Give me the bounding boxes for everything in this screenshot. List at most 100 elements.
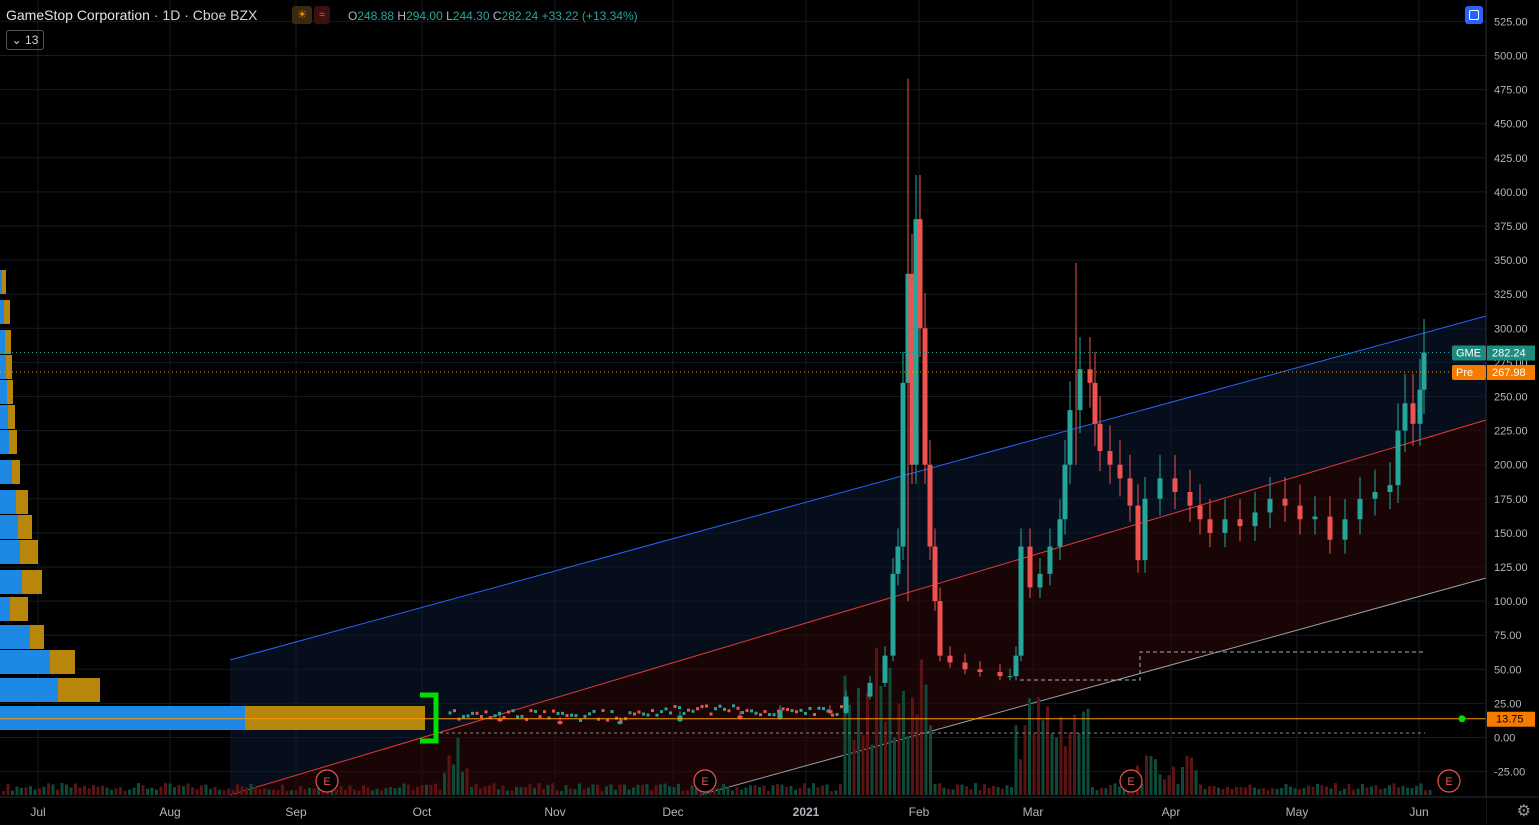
volume-bar	[1190, 757, 1193, 795]
volume-bar	[470, 787, 473, 795]
ohlc-values: O248.88 H294.00 L244.30 C282.24 +33.22 (…	[348, 9, 638, 23]
candle-body	[498, 711, 501, 715]
volume-bar	[164, 783, 167, 795]
volume-bar	[632, 787, 635, 795]
volume-bar	[1419, 783, 1423, 795]
candle-body	[633, 712, 636, 716]
candle-body	[932, 546, 938, 602]
earnings-marker-label: E	[323, 776, 330, 788]
price-chart[interactable]: E E E E 525.00 500.00 475.00 450.00 425.00 400.00…	[0, 0, 1539, 825]
volume-bar	[1086, 708, 1090, 795]
candle-body	[1342, 519, 1348, 540]
volume-bar	[195, 789, 199, 795]
volume-bar	[942, 787, 946, 795]
candle-body	[588, 712, 591, 716]
candle-body	[557, 721, 563, 724]
volume-bar	[578, 783, 581, 795]
candle-body	[664, 707, 668, 711]
volume-bar	[1019, 759, 1022, 795]
volume-bar	[1248, 784, 1252, 795]
volume-bar	[1356, 788, 1360, 795]
wave-icon[interactable]: ≈	[314, 6, 330, 24]
volume-bar	[839, 783, 842, 795]
volume-bar	[78, 787, 82, 795]
candle-body	[1267, 498, 1273, 513]
volume-bar	[1329, 788, 1333, 795]
volume-profile-bar	[0, 270, 2, 294]
volume-bar	[1167, 775, 1171, 795]
volume-bar	[1095, 790, 1099, 795]
candle-body	[1297, 505, 1303, 520]
interval[interactable]: 1D	[162, 7, 180, 23]
volume-bar	[758, 786, 761, 795]
volume-bar	[1109, 785, 1112, 795]
volume-bar	[204, 784, 208, 795]
volume-bar	[60, 783, 64, 795]
volume-bar	[407, 784, 410, 795]
volume-bar	[479, 788, 482, 795]
volume-bar	[753, 785, 757, 795]
volume-bar	[20, 788, 23, 795]
volume-bar	[393, 788, 397, 795]
sun-icon[interactable]: ☀	[292, 6, 312, 24]
volume-bar	[425, 784, 428, 795]
volume-bar	[1352, 789, 1355, 795]
candle-body	[882, 655, 888, 683]
volume-bar	[222, 790, 226, 795]
candle-body	[1087, 369, 1093, 383]
candle-body	[1372, 491, 1378, 499]
volume-bar	[1163, 779, 1166, 795]
volume-bar	[861, 735, 865, 795]
volume-bar	[618, 784, 622, 795]
volume-bar	[344, 789, 347, 795]
volume-bar	[1311, 786, 1315, 795]
volume-bar	[285, 790, 289, 795]
indicator-collapse-toggle[interactable]: ⌄ 13	[6, 30, 44, 50]
volume-bar	[267, 789, 271, 795]
gme-tag-label: GME	[1456, 348, 1481, 360]
volume-bar	[1014, 725, 1018, 795]
candle-body	[678, 706, 681, 710]
volume-bar	[956, 784, 959, 795]
volume-bar	[1392, 783, 1396, 795]
gear-icon[interactable]: ⚙	[1517, 801, 1531, 821]
volume-bar	[429, 784, 433, 795]
screenshot-icon[interactable]	[1465, 6, 1483, 24]
volume-bar	[191, 787, 194, 795]
candle-body	[565, 714, 569, 718]
candle-body	[1207, 519, 1213, 533]
volume-profile-bar	[6, 355, 12, 379]
volume-bar	[1050, 733, 1054, 795]
candle-body	[781, 707, 785, 711]
candle-body	[917, 219, 923, 329]
price-tick-label: 525.00	[1494, 16, 1528, 28]
volume-bar	[974, 783, 977, 795]
symbol-name[interactable]: GameStop Corporation	[6, 7, 150, 23]
volume-bar	[1226, 786, 1229, 795]
volume-bar	[825, 784, 829, 795]
candle-body	[822, 707, 825, 711]
price-tick-label: 350.00	[1494, 255, 1528, 267]
volume-bar	[663, 783, 667, 795]
volume-bar	[1289, 786, 1292, 795]
candle-body	[1062, 464, 1068, 520]
volume-bar	[735, 786, 739, 795]
volume-profile-bar	[0, 460, 12, 484]
candle-body	[628, 711, 632, 715]
candle-body	[1252, 512, 1258, 527]
candle-body	[637, 710, 641, 714]
price-tick-label: 75.00	[1494, 630, 1522, 642]
candle-body	[516, 715, 519, 719]
volume-bar	[857, 687, 860, 795]
volume-bar	[911, 697, 914, 795]
volume-bar	[812, 783, 815, 795]
candle-body	[840, 705, 843, 709]
volume-bar	[1037, 697, 1040, 795]
candle-body	[867, 682, 873, 697]
premarket-tag-label: Pre	[1456, 367, 1473, 379]
candle-body	[997, 672, 1003, 677]
candle-body	[534, 709, 537, 713]
volume-bar	[1194, 770, 1198, 795]
volume-bar	[564, 785, 568, 795]
candle-body	[691, 709, 695, 713]
